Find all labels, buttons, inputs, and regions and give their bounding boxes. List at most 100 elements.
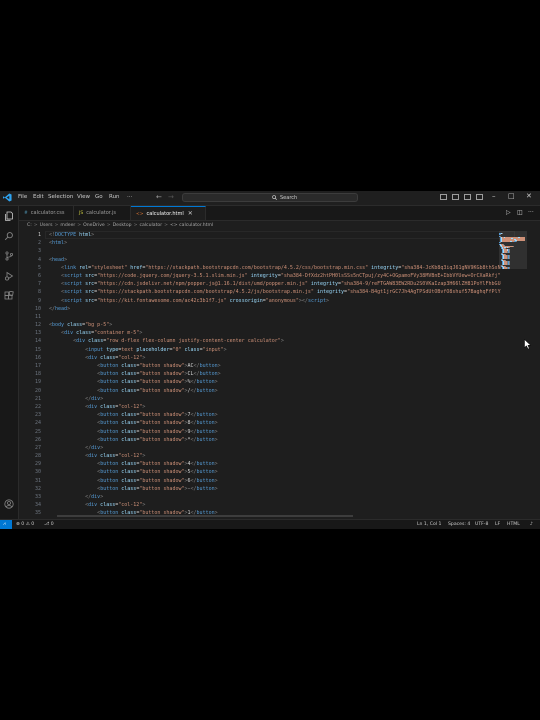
code-line[interactable]: <div class="col-12"> (49, 403, 501, 411)
command-center-search[interactable]: Search (182, 193, 358, 202)
nav-back-button[interactable]: ← (156, 193, 162, 201)
minimap-line (500, 242, 501, 243)
code-line[interactable]: <div class="row d-flex flex-column justi… (49, 337, 501, 345)
minimap-line (516, 240, 525, 241)
breadcrumb-separator: > (164, 223, 168, 228)
tab-calculator-css[interactable]: # calculator.css (19, 206, 74, 220)
code-line[interactable]: </div> (49, 493, 501, 501)
tab-calculator-html[interactable]: <> calculator.html ✕ (131, 206, 206, 220)
line-number: 32 (34, 485, 41, 492)
maximize-button[interactable]: □ (508, 192, 515, 200)
code-line[interactable]: <script src="https://code.jquery.com/jqu… (49, 272, 501, 280)
more-actions-icon[interactable]: ··· (528, 209, 534, 216)
breadcrumb-separator: > (133, 223, 138, 228)
code-token: > (214, 420, 218, 427)
minimize-button[interactable]: – (492, 192, 496, 200)
code-line[interactable]: <head> (49, 256, 501, 264)
remote-indicator[interactable]: ⩘ (0, 520, 12, 529)
code-line[interactable]: <button class="button shadow">8</button> (49, 419, 501, 427)
code-line[interactable]: <body class="bg p-5"> (49, 321, 501, 329)
code-line[interactable]: <div class="container m-5"> (49, 329, 501, 337)
vertical-scrollbar[interactable] (531, 231, 538, 517)
code-line[interactable]: <script src="https://cdn.jsdelivr.net/np… (49, 280, 501, 288)
close-window-button[interactable]: ✕ (526, 192, 532, 200)
tab-calculator-js[interactable]: JS calculator.js (74, 206, 131, 220)
breadcrumb-item[interactable]: calculator (139, 223, 162, 228)
run-and-debug-icon[interactable] (4, 271, 14, 281)
minimap[interactable] (499, 231, 527, 517)
end-of-line[interactable]: LF (495, 520, 500, 529)
code-line[interactable]: <button class="button shadow">9</button> (49, 428, 501, 436)
code-token: button (196, 387, 215, 394)
code-line[interactable]: <button class="button shadow">4</button> (49, 460, 501, 468)
accounts-icon[interactable] (4, 499, 14, 509)
code-line[interactable]: <button class="button shadow">/</button> (49, 387, 501, 395)
code-line[interactable]: <input type=text placeholder="0" class="… (49, 346, 501, 354)
breadcrumb-item[interactable]: Desktop (113, 223, 132, 228)
split-editor-icon[interactable]: ◫ (517, 209, 523, 216)
code-line[interactable]: <div class="col-12"> (49, 501, 501, 509)
line-number: 13 (34, 330, 41, 337)
menu-view[interactable]: View (77, 194, 90, 200)
breadcrumb-item[interactable]: Users (40, 223, 53, 228)
code-line[interactable]: <div class="col-12"> (49, 452, 501, 460)
line-number: 29 (34, 461, 41, 468)
code-editor[interactable]: 1 2 3 4 5 6 7 8 9 10 11 12 13 14 15 16 17 18 19 20 21 22 23 24 2… (19, 231, 540, 517)
code-line[interactable] (49, 313, 501, 321)
code-line[interactable]: <html> (49, 239, 501, 247)
encoding[interactable]: UTF-8 (475, 520, 488, 529)
toggle-secondary-sidebar-icon[interactable] (464, 194, 471, 200)
breadcrumb-item[interactable]: mdeer (60, 223, 75, 228)
code-line[interactable]: <button class="button shadow">-</button> (49, 485, 501, 493)
cursor-position[interactable]: Ln 1, Col 1 (417, 520, 441, 529)
code-line[interactable]: <link rel="stylesheet" href="https://sta… (49, 264, 501, 272)
code-line[interactable]: <script src="https://stackpath.bootstrap… (49, 288, 501, 296)
code-line[interactable]: <button class="button shadow">6</button> (49, 477, 501, 485)
code-line[interactable]: <script src="https://kit.fontawesome.com… (49, 297, 501, 305)
code-line[interactable]: <button class="button shadow">%</button> (49, 378, 501, 386)
menu-more[interactable]: ··· (127, 194, 132, 200)
menu-run[interactable]: Run (109, 194, 120, 200)
code-line[interactable]: <button class="button shadow">AC</button… (49, 362, 501, 370)
code-text[interactable]: <!DOCTYPE html> <html> <head> <link rel="s… (49, 231, 501, 517)
code-line[interactable]: </head> (49, 305, 501, 313)
code-token: > (139, 330, 143, 337)
code-line[interactable]: </div> (49, 444, 501, 452)
code-line[interactable]: <button class="button shadow">CL</button… (49, 370, 501, 378)
notifications-bell-icon[interactable]: ♪ (530, 520, 533, 529)
toggle-panel-icon[interactable] (452, 194, 459, 200)
source-control-icon[interactable] (4, 251, 14, 261)
menu-edit[interactable]: Edit (33, 194, 44, 200)
explorer-icon[interactable] (4, 211, 14, 221)
code-line[interactable]: <button class="button shadow">7</button> (49, 411, 501, 419)
code-line[interactable] (49, 247, 501, 255)
breadcrumb-item[interactable]: OneDrive (83, 223, 105, 228)
code-line[interactable]: </div> (49, 395, 501, 403)
menu-selection[interactable]: Selection (48, 194, 73, 200)
close-tab-icon[interactable]: ✕ (188, 207, 193, 221)
run-file-icon[interactable]: ▷ (506, 209, 511, 216)
toggle-primary-sidebar-icon[interactable] (440, 194, 447, 200)
code-line[interactable]: <div class="col-12"> (49, 354, 501, 362)
extensions-icon[interactable] (4, 291, 14, 301)
code-line[interactable]: <button class="button shadow">*</button> (49, 436, 501, 444)
menu-file[interactable]: File (18, 194, 27, 200)
breadcrumb-item[interactable]: C: (27, 223, 32, 228)
code-line[interactable]: <!DOCTYPE html> (49, 231, 501, 239)
code-token: "input" (202, 346, 224, 353)
nav-forward-button[interactable]: → (168, 193, 174, 201)
code-line[interactable]: <button class="button shadow">5</button> (49, 468, 501, 476)
indentation[interactable]: Spaces: 4 (448, 520, 470, 529)
ports-indicator[interactable]: ⎇ 0 (44, 520, 54, 529)
menu-go[interactable]: Go (95, 194, 103, 200)
search-label: Search (280, 195, 298, 201)
problems-indicator[interactable]: ⊗ 0 ⚠ 0 (16, 520, 34, 529)
search-icon[interactable] (4, 231, 14, 241)
code-token: "https://stackpath.bootstrapcdn.com/boot… (97, 289, 314, 296)
language-mode[interactable]: HTML (507, 520, 520, 529)
code-token: "col-12" (118, 403, 143, 410)
breadcrumb-item[interactable]: <> calculator.html (170, 223, 213, 228)
horizontal-scrollbar[interactable] (57, 515, 353, 517)
customize-layout-icon[interactable] (476, 194, 483, 200)
